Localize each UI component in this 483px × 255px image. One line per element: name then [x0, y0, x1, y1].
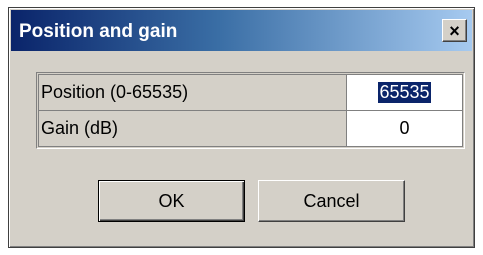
- close-icon: ×: [449, 20, 460, 41]
- cancel-button[interactable]: Cancel: [258, 180, 405, 222]
- position-input[interactable]: 65535: [346, 74, 463, 111]
- close-button[interactable]: ×: [442, 19, 467, 42]
- gain-label: Gain (dB): [38, 110, 347, 147]
- gain-label-text: Gain (dB): [41, 118, 119, 138]
- ok-button[interactable]: OK: [98, 180, 245, 222]
- position-label: Position (0-65535): [38, 74, 347, 111]
- dialog-title: Position and gain: [19, 21, 178, 42]
- position-value: 65535: [378, 82, 431, 103]
- gain-value: 0: [399, 118, 410, 138]
- position-label-text: Position (0-65535): [41, 82, 189, 102]
- title-bar[interactable]: Position and gain ×: [11, 10, 472, 51]
- cancel-button-label: Cancel: [303, 190, 360, 211]
- ok-button-label: OK: [158, 190, 185, 211]
- gain-input[interactable]: 0: [346, 110, 463, 147]
- parameters-grid: Position (0-65535) 65535 Gain (dB) 0: [36, 72, 465, 149]
- position-and-gain-dialog: Position and gain × Position (0-65535) 6…: [8, 7, 475, 248]
